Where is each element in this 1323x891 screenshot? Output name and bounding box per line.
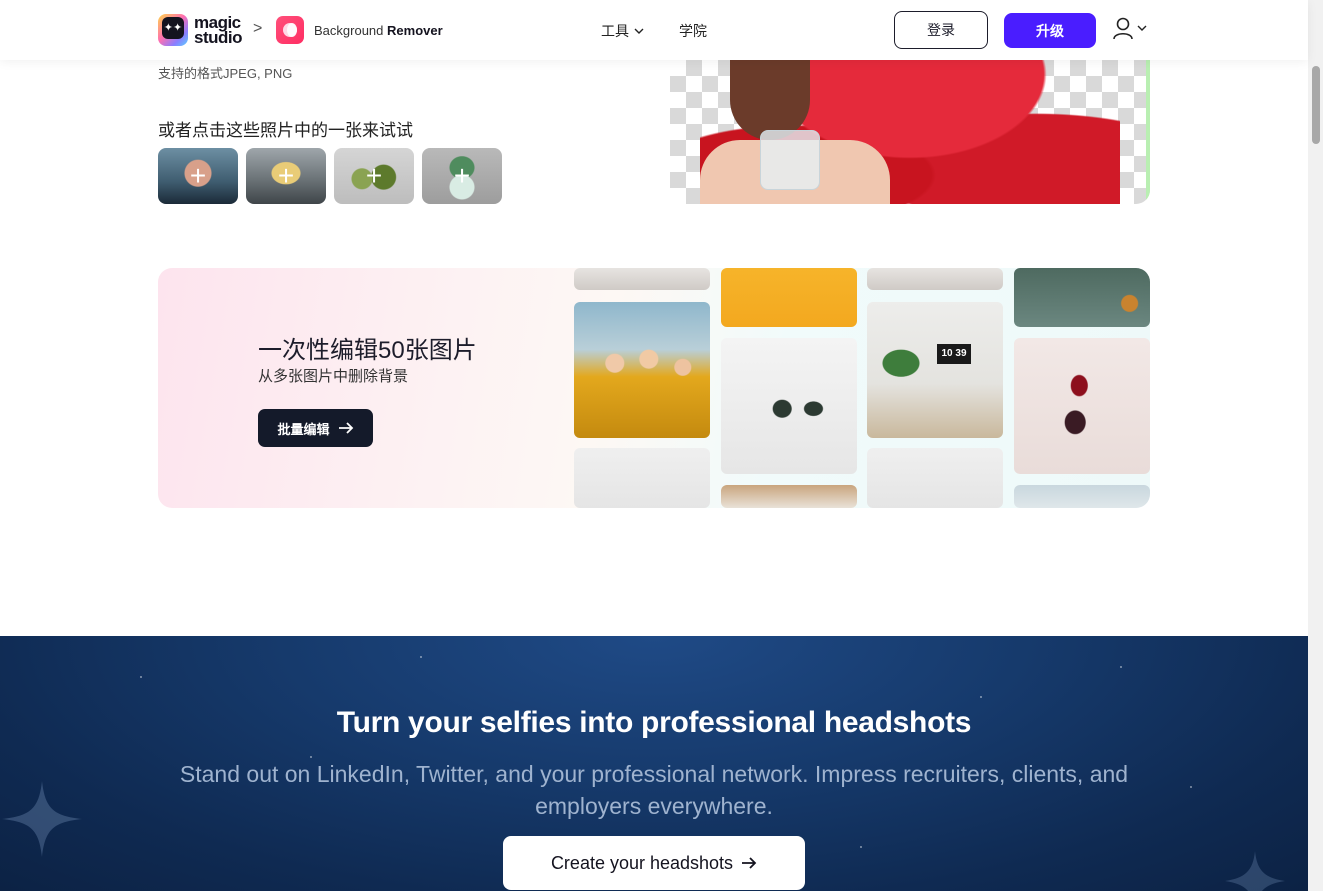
try-sample-label: 或者点击这些照片中的一张来试试	[158, 121, 413, 140]
scrollbar-thumb[interactable]	[1312, 66, 1320, 144]
chevron-down-icon	[634, 28, 644, 34]
gallery-image-basketball-court	[1014, 268, 1150, 327]
headshots-banner: Turn your selfies into professional head…	[0, 636, 1308, 891]
gallery-image-desk: 10 39	[867, 302, 1003, 438]
create-headshots-button-label: Create your headshots	[550, 852, 734, 873]
nav-tools-menu[interactable]: 工具	[601, 21, 645, 41]
batch-edit-button[interactable]: 批量编辑	[258, 409, 373, 447]
nav-tools-label: 工具	[601, 23, 629, 39]
desk-clock: 10 39	[937, 344, 971, 364]
gallery-image-sunflowers	[574, 302, 710, 438]
gallery-image-lipstick	[1014, 338, 1150, 474]
breadcrumb-separator: >	[253, 20, 263, 37]
upgrade-button[interactable]: 升级	[1004, 13, 1096, 48]
gallery-image-sunglasses	[721, 338, 857, 474]
supported-formats-text: 支持的格式JPEG, PNG	[158, 66, 293, 81]
tool-name-part-1: Background	[314, 23, 384, 38]
login-button[interactable]: 登录	[894, 11, 988, 49]
logo-line-2: studio	[194, 28, 243, 47]
gallery-image	[867, 448, 1003, 508]
gallery-image-toy-car	[721, 268, 857, 327]
sparkle-decoration-icon	[2, 781, 82, 857]
gallery-image	[574, 268, 710, 290]
sample-woman-portrait[interactable]: +	[158, 148, 238, 204]
sample-images: + + + +	[158, 148, 502, 204]
gallery-image	[721, 485, 857, 508]
batch-edit-subtitle: 从多张图片中删除背景	[258, 368, 409, 385]
headshots-subtitle: Stand out on LinkedIn, Twitter, and your…	[179, 761, 1129, 819]
gallery-image	[1014, 485, 1150, 508]
logo-wordmark: magic studio	[194, 14, 243, 47]
top-navbar: ✦✦ magic studio > Background Remover 工具 …	[0, 0, 1308, 60]
plus-icon: +	[365, 160, 383, 191]
user-icon	[1113, 17, 1133, 40]
arrow-right-icon	[742, 857, 757, 869]
sparkle-decoration-icon	[1225, 851, 1285, 891]
batch-edit-card: 一次性编辑50张图片 从多张图片中删除背景 批量编辑 10 39	[158, 268, 1150, 508]
sample-avocado[interactable]: +	[334, 148, 414, 204]
sample-succulent-plant[interactable]: +	[422, 148, 502, 204]
page-scrollbar[interactable]	[1308, 0, 1323, 891]
background-remover-icon[interactable]	[276, 16, 304, 44]
gallery-image	[867, 268, 1003, 290]
magic-studio-logo[interactable]: ✦✦ magic studio	[158, 14, 243, 47]
tool-name-part-2: Remover	[387, 23, 443, 38]
plus-icon: +	[189, 160, 207, 191]
batch-edit-title: 一次性编辑50张图片	[258, 337, 477, 364]
user-menu[interactable]	[1112, 16, 1148, 40]
arrow-right-icon	[338, 422, 353, 434]
comparison-slider-edge[interactable]	[1146, 60, 1150, 204]
nav-academy-link[interactable]: 学院	[679, 21, 707, 41]
desk-clock-time: 10 39	[941, 348, 967, 359]
gallery-image	[574, 448, 710, 508]
headshots-title: Turn your selfies into professional head…	[336, 706, 972, 739]
create-headshots-button[interactable]: Create your headshots	[503, 836, 805, 890]
batch-edit-button-label: 批量编辑	[277, 421, 330, 437]
plus-icon: +	[453, 160, 471, 191]
result-preview-image	[670, 60, 1150, 204]
sample-dog[interactable]: +	[246, 148, 326, 204]
chevron-down-icon	[1137, 25, 1147, 31]
tool-name[interactable]: Background Remover	[314, 23, 443, 38]
plus-icon: +	[277, 160, 295, 191]
sparkle-logo-icon: ✦✦	[158, 14, 188, 46]
